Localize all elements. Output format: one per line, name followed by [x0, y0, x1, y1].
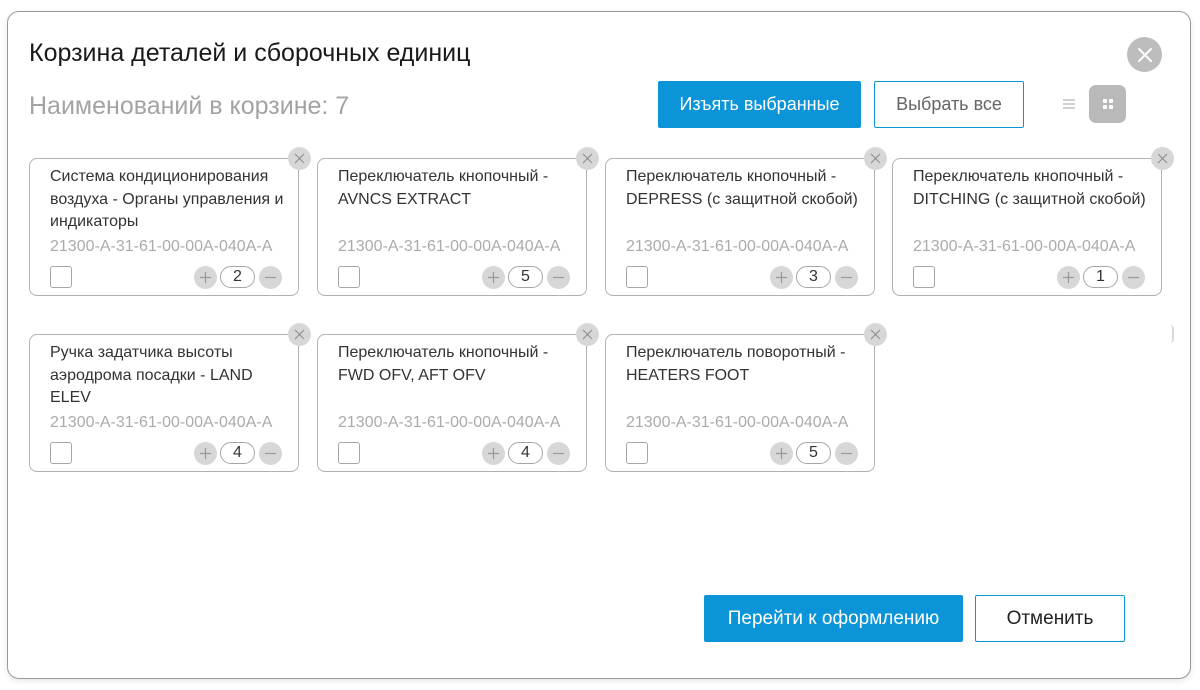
quantity-value[interactable]: 4	[220, 442, 255, 464]
close-icon	[582, 153, 593, 164]
item-checkbox[interactable]	[50, 266, 72, 288]
remove-item-button[interactable]	[864, 147, 887, 170]
decrease-quantity-button[interactable]	[547, 266, 570, 289]
grid-view-icon	[1102, 99, 1113, 109]
decrease-quantity-button[interactable]	[835, 442, 858, 465]
cart-item-card: Переключатель кнопочный - DEPRESS (с защ…	[605, 147, 887, 296]
plus-icon	[776, 272, 787, 283]
item-code: 21300-A-31-61-00-00A-040A-A	[338, 414, 561, 431]
cart-dialog: Корзина деталей и сборочных единиц Наиме…	[7, 11, 1191, 679]
increase-quantity-button[interactable]	[482, 266, 505, 289]
minus-icon	[1128, 276, 1139, 279]
item-name: Система кондиционирования воздуха - Орга…	[50, 168, 284, 230]
decrease-quantity-button[interactable]	[259, 266, 282, 289]
minus-icon	[265, 452, 276, 455]
cart-item-card: Переключатель кнопочный - AVNCS EXTRACT 2…	[317, 147, 599, 296]
decrease-quantity-button[interactable]	[259, 442, 282, 465]
quantity-value[interactable]: 5	[508, 266, 543, 288]
checkout-button[interactable]: Перейти к оформлению	[704, 595, 963, 642]
item-name: Переключатель кнопочный - AVNCS EXTRACT	[338, 168, 549, 208]
decrease-quantity-button[interactable]	[835, 266, 858, 289]
items-count-label: Наименований в корзине: 7	[29, 92, 350, 120]
remove-item-button[interactable]	[1151, 147, 1174, 170]
item-code: 21300-A-31-61-00-00A-040A-A	[626, 414, 849, 431]
increase-quantity-button[interactable]	[770, 266, 793, 289]
cart-item-card: Переключатель поворотный - HEATERS FOOT 2…	[605, 323, 887, 472]
item-name: Переключатель поворотный - HEATERS FOOT	[626, 344, 846, 384]
decrease-quantity-button[interactable]	[1122, 266, 1145, 289]
item-code: 21300-A-31-61-00-00A-040A-A	[50, 238, 273, 255]
remove-item-button[interactable]	[288, 323, 311, 346]
minus-icon	[841, 276, 852, 279]
plus-icon	[488, 448, 499, 459]
quantity-value[interactable]: 3	[796, 266, 831, 288]
close-dialog-button[interactable]	[1127, 37, 1162, 72]
remove-item-button[interactable]	[288, 147, 311, 170]
remove-item-button[interactable]	[576, 147, 599, 170]
cart-item-card: Переключатель кнопочный - DITCHING (с за…	[892, 147, 1174, 296]
list-view-toggle[interactable]	[1060, 94, 1078, 114]
plus-icon	[200, 272, 211, 283]
increase-quantity-button[interactable]	[194, 442, 217, 465]
plus-icon	[488, 272, 499, 283]
increase-quantity-button[interactable]	[770, 442, 793, 465]
quantity-value[interactable]: 2	[220, 266, 255, 288]
plus-icon	[200, 448, 211, 459]
dialog-title: Корзина деталей и сборочных единиц	[29, 39, 471, 67]
close-icon	[582, 329, 593, 340]
minus-icon	[553, 452, 564, 455]
quantity-value[interactable]: 5	[796, 442, 831, 464]
cart-item-card: Ручка задатчика высоты аэродрома посадки…	[29, 323, 311, 472]
close-icon	[294, 329, 305, 340]
increase-quantity-button[interactable]	[194, 266, 217, 289]
grid-view-toggle[interactable]	[1089, 85, 1126, 123]
quantity-value[interactable]: 4	[508, 442, 543, 464]
item-checkbox[interactable]	[913, 266, 935, 288]
minus-icon	[553, 276, 564, 279]
cancel-button[interactable]: Отменить	[975, 595, 1125, 642]
increase-quantity-button[interactable]	[482, 442, 505, 465]
item-name: Ручка задатчика высоты аэродрома посадки…	[50, 344, 253, 406]
item-checkbox[interactable]	[338, 442, 360, 464]
close-icon	[1157, 153, 1168, 164]
item-code: 21300-A-31-61-00-00A-040A-A	[626, 238, 849, 255]
close-icon	[870, 329, 881, 340]
cart-item-card: Переключатель кнопочный - FWD OFV, AFT O…	[317, 323, 599, 472]
item-name: Переключатель кнопочный - DEPRESS (с защ…	[626, 168, 858, 208]
minus-icon	[841, 452, 852, 455]
item-checkbox[interactable]	[626, 442, 648, 464]
item-code: 21300-A-31-61-00-00A-040A-A	[50, 414, 273, 431]
remove-item-button[interactable]	[576, 323, 599, 346]
item-name: Переключатель кнопочный - FWD OFV, AFT O…	[338, 344, 549, 384]
item-name: Переключатель кнопочный - DITCHING (с за…	[913, 168, 1146, 208]
close-icon	[1137, 47, 1152, 62]
remove-item-button[interactable]	[864, 323, 887, 346]
cart-item-card: Система кондиционирования воздуха - Орга…	[29, 147, 311, 296]
item-checkbox[interactable]	[338, 266, 360, 288]
item-code: 21300-A-31-61-00-00A-040A-A	[338, 238, 561, 255]
list-view-icon	[1063, 99, 1075, 109]
select-all-button[interactable]: Выбрать все	[874, 81, 1024, 128]
item-checkbox[interactable]	[626, 266, 648, 288]
decrease-quantity-button[interactable]	[547, 442, 570, 465]
plus-icon	[776, 448, 787, 459]
item-checkbox[interactable]	[50, 442, 72, 464]
plus-icon	[1063, 272, 1074, 283]
close-icon	[294, 153, 305, 164]
remove-selected-button[interactable]: Изъять выбранные	[658, 81, 861, 128]
minus-icon	[265, 276, 276, 279]
quantity-value[interactable]: 1	[1083, 266, 1118, 288]
scrollbar[interactable]	[1168, 325, 1174, 343]
close-icon	[870, 153, 881, 164]
item-code: 21300-A-31-61-00-00A-040A-A	[913, 238, 1136, 255]
increase-quantity-button[interactable]	[1057, 266, 1080, 289]
